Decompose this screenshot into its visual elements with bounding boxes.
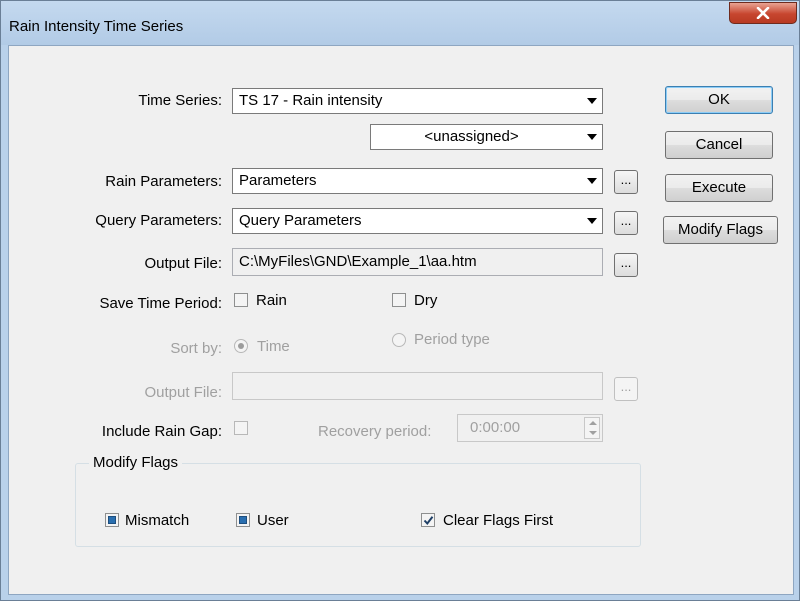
dropdown-arrow-icon [587,98,597,104]
rain-parameters-browse-button[interactable]: ... [614,170,638,194]
output-file-input[interactable]: C:\MyFiles\GND\Example_1\aa.htm [232,248,603,276]
rain-parameters-select[interactable]: Parameters [232,168,603,194]
query-parameters-browse-button[interactable]: ... [614,211,638,235]
checkmark-icon [423,516,434,526]
dry-checkbox[interactable] [392,293,406,307]
mismatch-checkbox-label: Mismatch [125,512,190,529]
sort-output-file-input[interactable] [232,372,603,400]
mismatch-checkbox[interactable] [105,513,119,527]
include-rain-gap-checkbox[interactable] [234,421,248,435]
user-checkbox[interactable] [236,513,250,527]
close-icon [756,7,770,19]
query-parameters-label: Query Parameters: [95,212,222,229]
window-title: Rain Intensity Time Series [9,18,184,35]
modify-flags-group [75,463,641,547]
secondary-series-select[interactable]: <unassigned> [370,124,603,150]
rain-checkbox[interactable] [234,293,248,307]
time-series-value: TS 17 - Rain intensity [239,92,383,109]
save-time-period-label: Save Time Period: [99,295,222,312]
dialog-window: Rain Intensity Time Series Time Series: … [0,0,800,601]
time-series-select[interactable]: TS 17 - Rain intensity [232,88,603,114]
include-rain-gap-label: Include Rain Gap: [101,423,222,440]
title-bar[interactable]: Rain Intensity Time Series [1,1,799,45]
sort-output-file-label: Output File: [144,384,222,401]
sort-by-label: Sort by: [170,340,222,357]
sort-period-type-label: Period type [414,331,490,348]
sort-period-type-radio[interactable] [392,333,406,347]
dropdown-arrow-icon [587,134,597,140]
spinner-arrows-icon[interactable] [584,417,600,439]
spin-down-icon [589,431,597,435]
cancel-button[interactable]: Cancel [665,131,773,159]
sort-output-file-browse-button[interactable]: ... [614,377,638,401]
query-parameters-select[interactable]: Query Parameters [232,208,603,234]
output-file-browse-button[interactable]: ... [614,253,638,277]
recovery-period-spinner[interactable]: 0:00:00 [457,414,603,442]
query-parameters-value: Query Parameters [239,212,362,229]
clear-flags-first-label: Clear Flags First [443,512,554,529]
rain-parameters-label: Rain Parameters: [105,173,222,190]
recovery-period-label: Recovery period: [318,423,432,440]
spin-up-icon [589,421,597,425]
modify-flags-button[interactable]: Modify Flags [663,216,778,244]
dropdown-arrow-icon [587,218,597,224]
secondary-series-value: <unassigned> [424,128,519,145]
execute-button[interactable]: Execute [665,174,773,202]
rain-parameters-value: Parameters [239,172,317,189]
ok-button[interactable]: OK [665,86,773,114]
modify-flags-group-title: Modify Flags [89,454,183,471]
rain-checkbox-label: Rain [256,292,287,309]
sort-time-radio[interactable] [234,339,248,353]
dropdown-arrow-icon [587,178,597,184]
user-checkbox-label: User [257,512,289,529]
clear-flags-first-checkbox[interactable] [421,513,435,527]
output-file-label: Output File: [144,255,222,272]
time-series-label: Time Series: [138,92,222,109]
recovery-period-value: 0:00:00 [470,419,521,436]
sort-time-label: Time [257,338,290,355]
dry-checkbox-label: Dry [414,292,438,309]
close-button[interactable] [729,2,797,24]
